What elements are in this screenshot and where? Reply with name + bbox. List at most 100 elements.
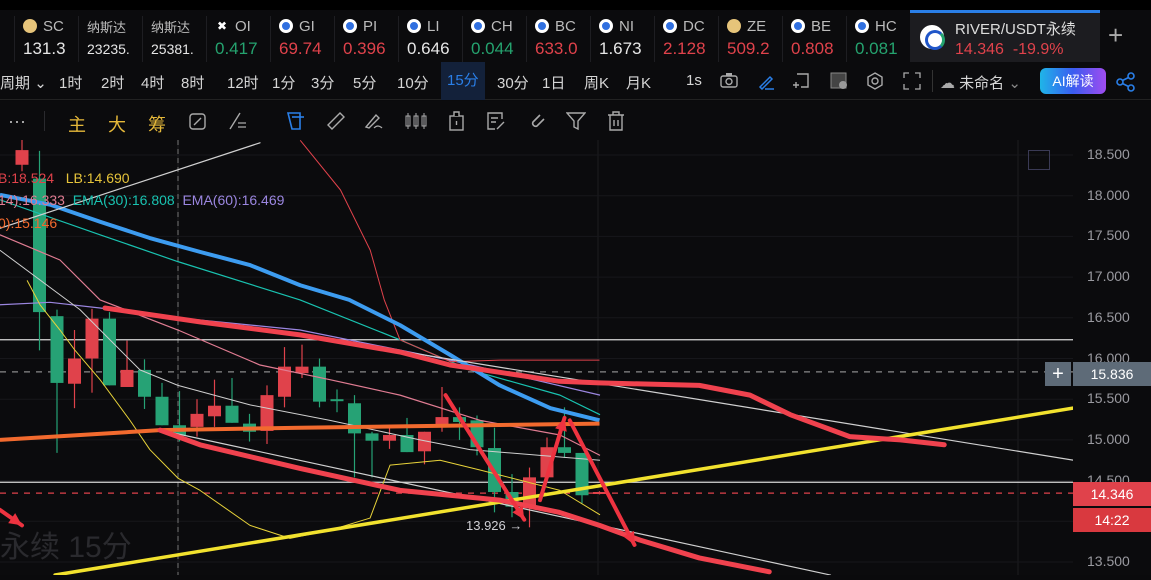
period-selector[interactable]: 周期 ⌄: [0, 72, 47, 93]
pen-icon[interactable]: [757, 72, 775, 95]
period-9[interactable]: 15分: [441, 62, 485, 100]
period-13[interactable]: 月K: [626, 72, 651, 93]
period-2[interactable]: 4时: [141, 72, 164, 93]
ticker-item[interactable]: LI 0.646: [398, 16, 462, 62]
price-tick: 17.000: [1087, 268, 1130, 285]
legend-b: B:18.524: [0, 170, 55, 186]
ticker-item[interactable]: SC 131.3: [14, 16, 78, 62]
cloud-icon: ☁: [940, 75, 955, 92]
ticker-name: ZE: [747, 17, 767, 35]
last-price-tag: 14.346: [1073, 482, 1151, 506]
ticker-item[interactable]: DC 2.128: [654, 16, 718, 62]
ticker-item[interactable]: PI 0.396: [334, 16, 398, 62]
price-axis[interactable]: 18.500 18.000 17.500 17.000 16.500 16.000 15.5…: [1045, 140, 1151, 575]
price-tick: 15.500: [1087, 390, 1130, 407]
add-indicator-icon[interactable]: [792, 72, 810, 95]
price-tick: 17.500: [1087, 227, 1130, 244]
big-order-button[interactable]: 大: [108, 111, 126, 137]
trendline-swap-icon[interactable]: [228, 111, 248, 136]
ema-blue: [0, 192, 600, 423]
main-indicator-button[interactable]: 主: [68, 111, 86, 137]
period-5[interactable]: 1分: [272, 72, 295, 93]
ticker-value: 0.417: [215, 39, 258, 58]
period-3[interactable]: 8时: [181, 72, 204, 93]
ticker-name: GI: [299, 17, 315, 35]
active-symbol-tab[interactable]: RIVER/USDT永续 14.346 -19.9%: [910, 10, 1100, 62]
active-change: -19.9%: [1012, 41, 1064, 58]
coin-icon: [535, 19, 549, 33]
period-1s[interactable]: 1s: [686, 72, 702, 89]
period-6[interactable]: 3分: [311, 72, 334, 93]
coin-icon: [855, 19, 869, 33]
layout-name: 未命名: [959, 75, 1005, 92]
period-4[interactable]: 12时: [227, 72, 259, 93]
candle-body: [190, 413, 204, 427]
ticker-item[interactable]: ✖ OI 0.417: [206, 16, 270, 62]
filter-icon[interactable]: [565, 111, 587, 136]
candle-body: [15, 150, 29, 165]
note-icon[interactable]: [486, 111, 506, 136]
period-8[interactable]: 10分: [397, 72, 429, 93]
trash-icon[interactable]: [606, 111, 626, 136]
candle-body: [260, 395, 274, 431]
ticker-name: NI: [619, 17, 634, 35]
divider: [932, 70, 933, 92]
brush-icon[interactable]: [364, 111, 384, 136]
fullscreen-icon[interactable]: [903, 72, 921, 95]
ema-orange: [0, 421, 600, 442]
more-icon[interactable]: ···: [8, 111, 26, 132]
replay-icon[interactable]: [188, 111, 208, 136]
position-icon[interactable]: [448, 111, 466, 136]
period-1[interactable]: 2时: [101, 72, 124, 93]
add-alert-plus-icon[interactable]: +: [1045, 362, 1071, 386]
ticker-value: 2.128: [663, 39, 706, 58]
ticker-value: 633.0: [535, 39, 578, 58]
ticker-item[interactable]: NI 1.673: [590, 16, 654, 62]
candle-body: [313, 366, 326, 402]
legend-lb: LB:14.690: [65, 170, 130, 186]
template-icon[interactable]: [830, 72, 848, 95]
ai-analysis-button[interactable]: AI解读: [1040, 68, 1106, 94]
price-tick: 16.500: [1087, 308, 1130, 325]
ticker-item[interactable]: CH 0.044: [462, 16, 526, 62]
coin-icon: [791, 19, 805, 33]
ticker-item[interactable]: 纳斯达 25381.: [142, 16, 206, 62]
candle-body: [330, 399, 344, 402]
chip-distribution-button[interactable]: 筹: [148, 111, 166, 137]
candle-body: [120, 369, 134, 387]
chevron-down-icon: ⌄: [34, 75, 47, 92]
ticker-name: OI: [235, 17, 251, 35]
layout-selector[interactable]: ☁ 未命名 ⌄: [940, 72, 1021, 93]
ma-red-thin: [299, 140, 600, 363]
ticker-item[interactable]: GI 69.74: [270, 16, 334, 62]
candles-icon[interactable]: [404, 111, 428, 136]
ticker-name: SC: [43, 17, 64, 35]
coin-icon: [727, 19, 741, 33]
ticker-item[interactable]: HC 0.081: [846, 16, 910, 62]
ticker-item[interactable]: ZE 509.2: [718, 16, 782, 62]
period-12[interactable]: 周K: [584, 72, 609, 93]
legend-orange: 0):15.146: [0, 215, 58, 231]
candle-body: [155, 396, 169, 426]
period-0[interactable]: 1时: [59, 72, 82, 93]
magnet-icon[interactable]: [526, 111, 546, 136]
copy-drawing-icon[interactable]: [286, 111, 306, 136]
ticker-value: 0.396: [343, 39, 386, 58]
period-10[interactable]: 30分: [497, 72, 529, 93]
add-tab-button[interactable]: +: [1108, 20, 1123, 51]
camera-icon[interactable]: [720, 72, 738, 93]
ticker-item[interactable]: BE 0.808: [782, 16, 846, 62]
period-7[interactable]: 5分: [353, 72, 376, 93]
ruler-icon[interactable]: [326, 111, 346, 136]
share-icon[interactable]: [1116, 72, 1136, 97]
period-11[interactable]: 1日: [542, 72, 565, 93]
settings-hexagon-icon[interactable]: [866, 72, 884, 95]
ticker-name: PI: [363, 17, 378, 35]
candle-body: [383, 435, 396, 441]
expand-icon[interactable]: [1028, 150, 1050, 170]
ticker-value: 25381.: [151, 41, 194, 57]
ticker-item[interactable]: BC 633.0: [526, 16, 590, 62]
ticker-item[interactable]: 纳斯达 23235.: [78, 16, 142, 62]
legend-ma14: 14):16.333: [0, 192, 65, 208]
chart-area[interactable]: B:18.524 LB:14.690 14):16.333 EMA(30):16…: [0, 138, 1075, 577]
